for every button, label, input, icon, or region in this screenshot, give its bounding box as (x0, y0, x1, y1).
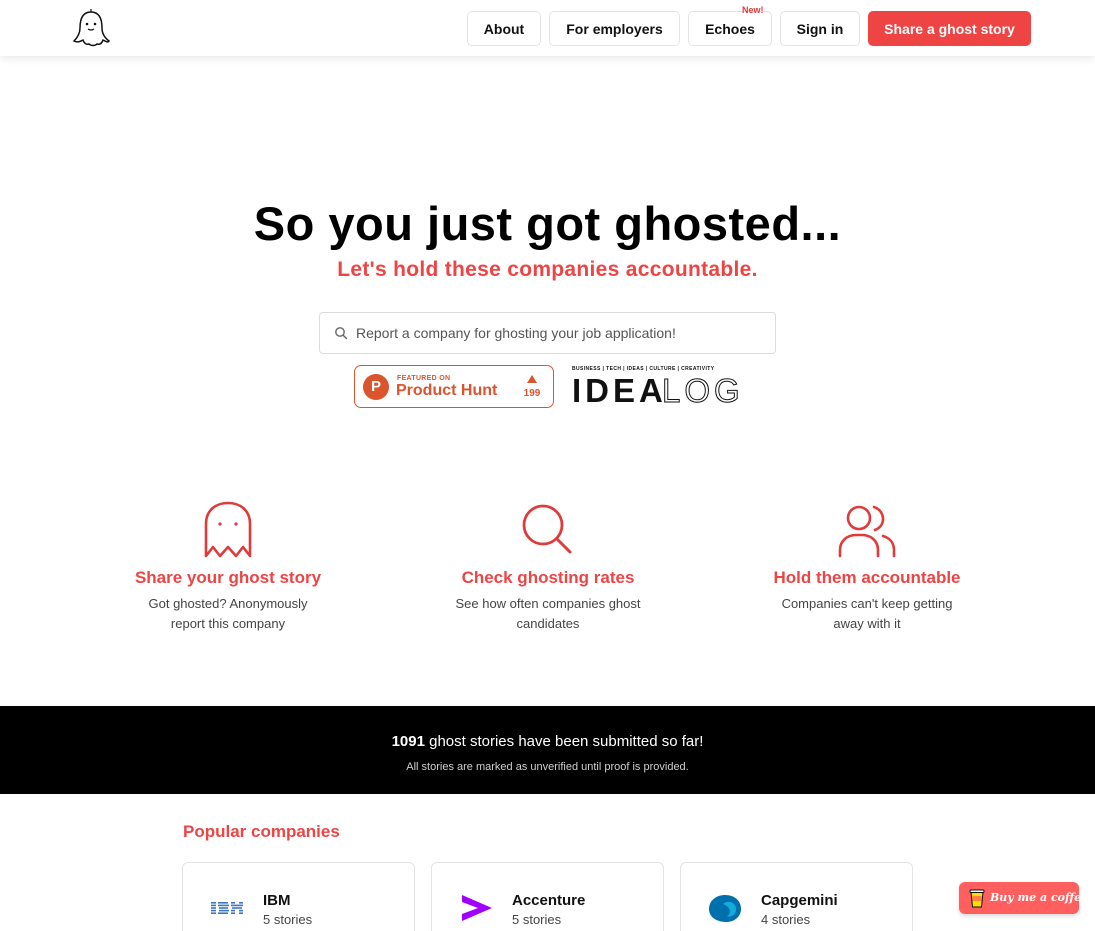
ibm-logo-icon (211, 902, 243, 914)
stats-note: All stories are marked as unverified unt… (406, 761, 689, 773)
company-name: Capgemini (761, 892, 838, 909)
nav-echoes-button[interactable]: Echoes (688, 11, 772, 46)
upvote-arrow-icon (527, 375, 537, 383)
accenture-logo-icon (462, 895, 492, 921)
capgemini-logo-icon (709, 895, 741, 922)
company-card-capgemini[interactable]: Capgemini 4 stories (680, 862, 913, 931)
stories-text: ghost stories have been submitted so far… (429, 733, 704, 750)
product-hunt-badge[interactable]: P FEATURED ON Product Hunt 199 (354, 365, 554, 408)
popular-companies-title: Popular companies (183, 822, 340, 841)
top-nav: About For employers Echoes New! Sign in … (0, 0, 1095, 56)
feature-title: Share your ghost story (134, 568, 322, 587)
ph-name: Product Hunt (396, 382, 498, 399)
company-stories: 4 stories (761, 912, 811, 927)
ghost-logo-icon[interactable] (72, 8, 110, 48)
idealog-log: LOG (662, 372, 744, 410)
feature-title: Hold them accountable (773, 568, 961, 587)
share-ghost-story-button[interactable]: Share a ghost story (868, 11, 1031, 46)
ph-upvote-count: 199 (523, 388, 541, 399)
feature-accountable: Hold them accountable Companies can't ke… (747, 500, 987, 634)
idealog-logo[interactable]: BUSINESS | TECH | IDEAS | CULTURE | CREA… (572, 366, 740, 410)
hero-subtitle: Let's hold these companies accountable. (337, 258, 758, 281)
search-input[interactable] (356, 313, 766, 353)
product-hunt-icon: P (363, 374, 389, 400)
company-card-accenture[interactable]: Accenture 5 stories (431, 862, 664, 931)
feature-title: Check ghosting rates (461, 568, 635, 587)
company-stories: 5 stories (263, 912, 313, 927)
stats-band: 1091 ghost stories have been submitted s… (0, 706, 1095, 794)
buy-me-a-coffee-button[interactable]: Buy me a coffee (959, 882, 1088, 914)
new-badge: New! (742, 5, 764, 15)
coffee-cup-icon (969, 889, 985, 908)
ghost-icon (204, 501, 252, 558)
idealog-idea: IDEA (572, 372, 667, 409)
hero-title: So you just got ghosted... (253, 197, 842, 250)
company-stories: 5 stories (512, 912, 562, 927)
magnifier-icon (522, 504, 572, 554)
feature-share-story: Share your ghost story Got ghosted? Anon… (108, 500, 348, 634)
ph-featured-label: FEATURED ON (397, 375, 451, 382)
company-name: IBM (263, 892, 291, 909)
nav-employers-button[interactable]: For employers (549, 11, 680, 46)
nav-about-button[interactable]: About (467, 11, 541, 46)
company-card-ibm[interactable]: IBM 5 stories (182, 862, 415, 931)
search-icon (335, 327, 348, 340)
coffee-label: Buy me a coffee (990, 891, 1089, 904)
company-search[interactable] (319, 312, 776, 354)
stories-count: 1091 (391, 733, 425, 750)
feature-check-rates: Check ghosting rates See how often compa… (428, 500, 668, 634)
feature-desc: See how often companies ghost candidates (455, 596, 641, 631)
sign-in-button[interactable]: Sign in (780, 11, 860, 46)
feature-desc: Companies can't keep getting away with i… (781, 596, 953, 631)
stats-line: 1091 ghost stories have been submitted s… (0, 733, 1095, 750)
company-name: Accenture (512, 892, 586, 909)
feature-desc: Got ghosted? Anonymously report this com… (148, 596, 308, 631)
users-icon (838, 505, 896, 558)
